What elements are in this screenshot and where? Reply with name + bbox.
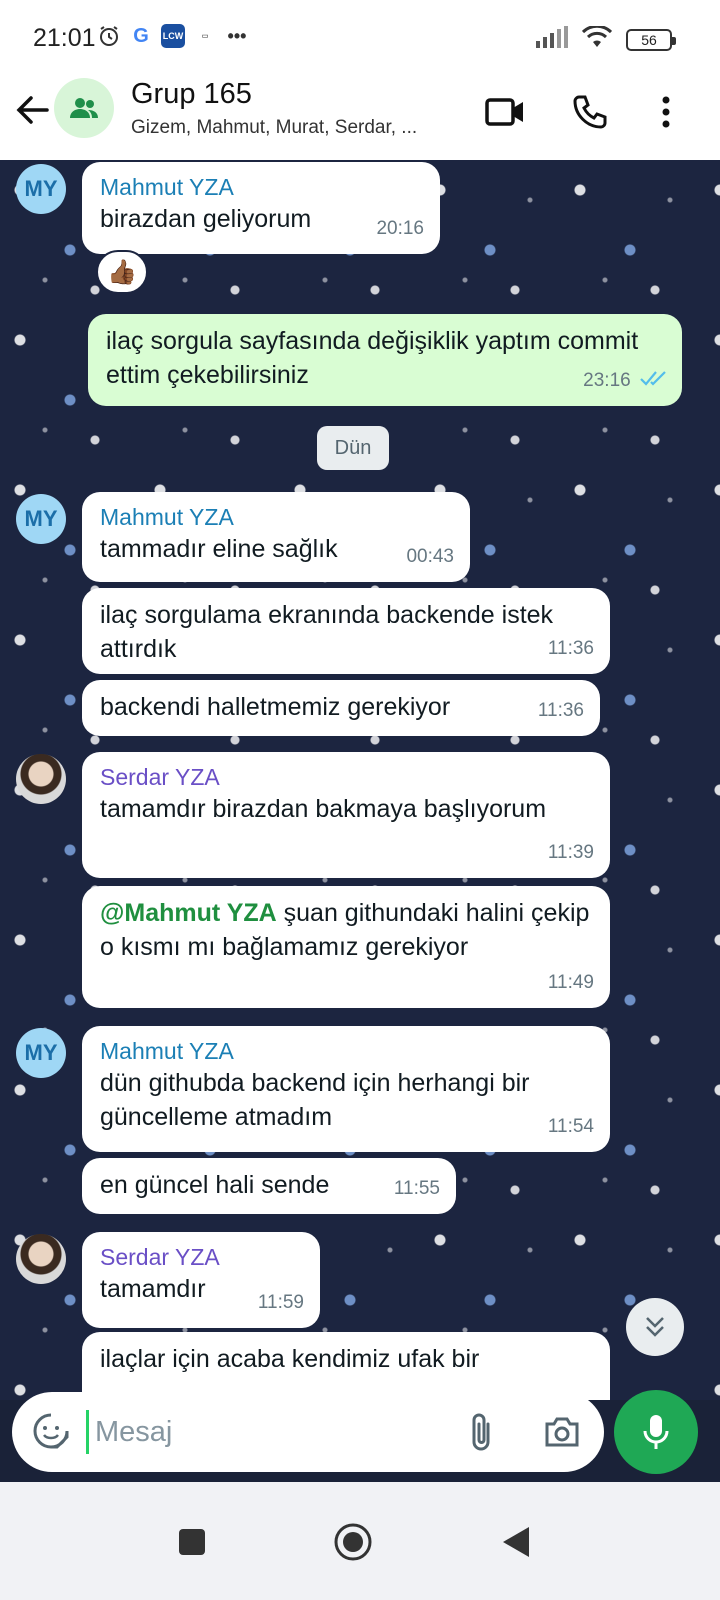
group-icon	[70, 98, 98, 118]
status-bar: 21:01 G LCW ▭ ••• 56	[0, 0, 720, 74]
sender-name[interactable]: Mahmut YZA	[100, 1036, 592, 1066]
kebab-menu-icon	[662, 96, 670, 128]
camera-button[interactable]	[540, 1410, 584, 1454]
back-button[interactable]	[10, 88, 54, 132]
message-time: 11:59	[257, 1292, 304, 1313]
status-time: 21:01	[33, 24, 96, 52]
message-input[interactable]	[86, 1410, 446, 1454]
message-time: 11:54	[547, 1116, 594, 1137]
lcw-app-icon: LCW	[161, 24, 185, 48]
triangle-back-icon	[503, 1527, 529, 1557]
message-text: ilaçlar için acaba kendimiz ufak bir	[100, 1345, 480, 1373]
message-text: tammadır eline sağlık	[100, 535, 338, 563]
app-notification-icon: ▭	[201, 33, 209, 40]
sticker-button[interactable]	[30, 1410, 72, 1452]
battery-icon: 56	[626, 28, 676, 51]
alarm-icon	[97, 24, 121, 48]
camera-icon	[545, 1417, 579, 1447]
chat-header: Grup 165 Gizem, Mahmut, Murat, Serdar, .…	[0, 74, 720, 160]
system-navigation-bar	[0, 1482, 720, 1600]
arrow-left-icon	[16, 96, 49, 124]
chat-messages-area[interactable]: MY Mahmut YZA birazdan geliyorum 20:16 👍…	[0, 160, 720, 1400]
avatar[interactable]: MY	[16, 1028, 66, 1078]
message-bubble[interactable]: en güncel hali sende 11:55	[82, 1158, 456, 1214]
message-bubble[interactable]: ilaçlar için acaba kendimiz ufak bir	[82, 1332, 610, 1400]
message-text: ilaç sorgulama ekranında backende istek …	[100, 601, 554, 663]
message-bubble[interactable]: ilaç sorgulama ekranında backende istek …	[82, 588, 610, 674]
message-text: dün githubda backend için herhangi bir g…	[100, 1069, 530, 1131]
back-nav-button[interactable]	[494, 1520, 538, 1564]
message-text: backendi halletmemiz gerekiyor	[100, 693, 451, 721]
message-bubble[interactable]: @Mahmut YZA şuan githundaki halini çekip…	[82, 886, 610, 1008]
message-time: 00:43	[406, 546, 454, 567]
message-bubble[interactable]: Mahmut YZA dün githubda backend için her…	[82, 1026, 610, 1152]
message-time: 11:36	[547, 638, 594, 659]
message-bubble[interactable]: Serdar YZA tamamdır birazdan bakmaya baş…	[82, 752, 610, 878]
message-text: ilaç sorgula sayfasında değişiklik yaptı…	[106, 327, 639, 389]
phone-icon	[573, 95, 607, 129]
scroll-to-bottom-button[interactable]	[626, 1298, 684, 1356]
sender-name[interactable]: Mahmut YZA	[100, 172, 422, 202]
message-time: 11:55	[393, 1178, 440, 1199]
circle-icon	[334, 1523, 372, 1561]
voice-call-button[interactable]	[566, 88, 614, 136]
signal-icon	[536, 26, 568, 53]
message-text: en güncel hali sende	[100, 1171, 330, 1199]
more-notifications-icon: •••	[227, 25, 247, 46]
chat-title[interactable]: Grup 165	[131, 78, 252, 111]
message-time: 20:16	[376, 218, 424, 239]
more-options-button[interactable]	[642, 88, 690, 136]
square-icon	[179, 1529, 205, 1555]
google-icon: G	[133, 24, 149, 47]
message-time: 11:36	[537, 700, 584, 721]
message-bubble-outgoing[interactable]: ilaç sorgula sayfasında değişiklik yaptı…	[88, 314, 682, 406]
message-bubble[interactable]: Mahmut YZA tammadır eline sağlık 00:43	[82, 492, 470, 582]
recent-apps-button[interactable]	[170, 1520, 214, 1564]
message-time: 11:39	[547, 842, 594, 863]
double-check-read-icon	[640, 371, 666, 386]
paperclip-icon	[472, 1413, 490, 1451]
avatar[interactable]	[16, 754, 66, 804]
voice-message-button[interactable]	[614, 1390, 698, 1474]
message-time: 11:49	[547, 972, 594, 993]
video-call-button[interactable]	[481, 88, 529, 136]
date-separator: Dün	[317, 426, 389, 470]
double-chevron-down-icon	[646, 1317, 664, 1337]
reaction-thumbs-up-icon[interactable]: 👍🏾	[96, 250, 148, 294]
sender-name[interactable]: Serdar YZA	[100, 762, 592, 792]
mention-link[interactable]: @Mahmut YZA	[100, 899, 277, 927]
message-composer	[12, 1392, 604, 1472]
video-camera-icon	[485, 98, 523, 126]
message-text: birazdan geliyorum	[100, 205, 312, 233]
avatar[interactable]: MY	[16, 164, 66, 214]
microphone-icon	[643, 1415, 669, 1449]
message-bubble[interactable]: backendi halletmemiz gerekiyor 11:36	[82, 680, 600, 736]
message-text: tamamdır birazdan bakmaya başlıyorum	[100, 795, 547, 823]
home-button[interactable]	[331, 1520, 375, 1564]
sticker-smiley-icon	[33, 1413, 69, 1449]
status-system-icons: 56	[536, 24, 676, 53]
status-notification-icons: G LCW ▭ •••	[97, 24, 249, 48]
sender-name[interactable]: Mahmut YZA	[100, 502, 452, 532]
avatar[interactable]: MY	[16, 494, 66, 544]
message-bubble[interactable]: Mahmut YZA birazdan geliyorum 20:16	[82, 162, 440, 254]
chat-participants[interactable]: Gizem, Mahmut, Murat, Serdar, ...	[131, 117, 417, 139]
wifi-icon	[581, 24, 613, 53]
avatar[interactable]	[16, 1234, 66, 1284]
sender-name[interactable]: Serdar YZA	[100, 1242, 302, 1272]
attach-button[interactable]	[460, 1410, 502, 1454]
message-time: 23:16	[583, 364, 668, 398]
group-avatar[interactable]	[54, 78, 114, 138]
message-text: @Mahmut YZA şuan githundaki halini çekip…	[100, 899, 590, 961]
message-bubble[interactable]: Serdar YZA tamamdır 11:59	[82, 1232, 320, 1328]
